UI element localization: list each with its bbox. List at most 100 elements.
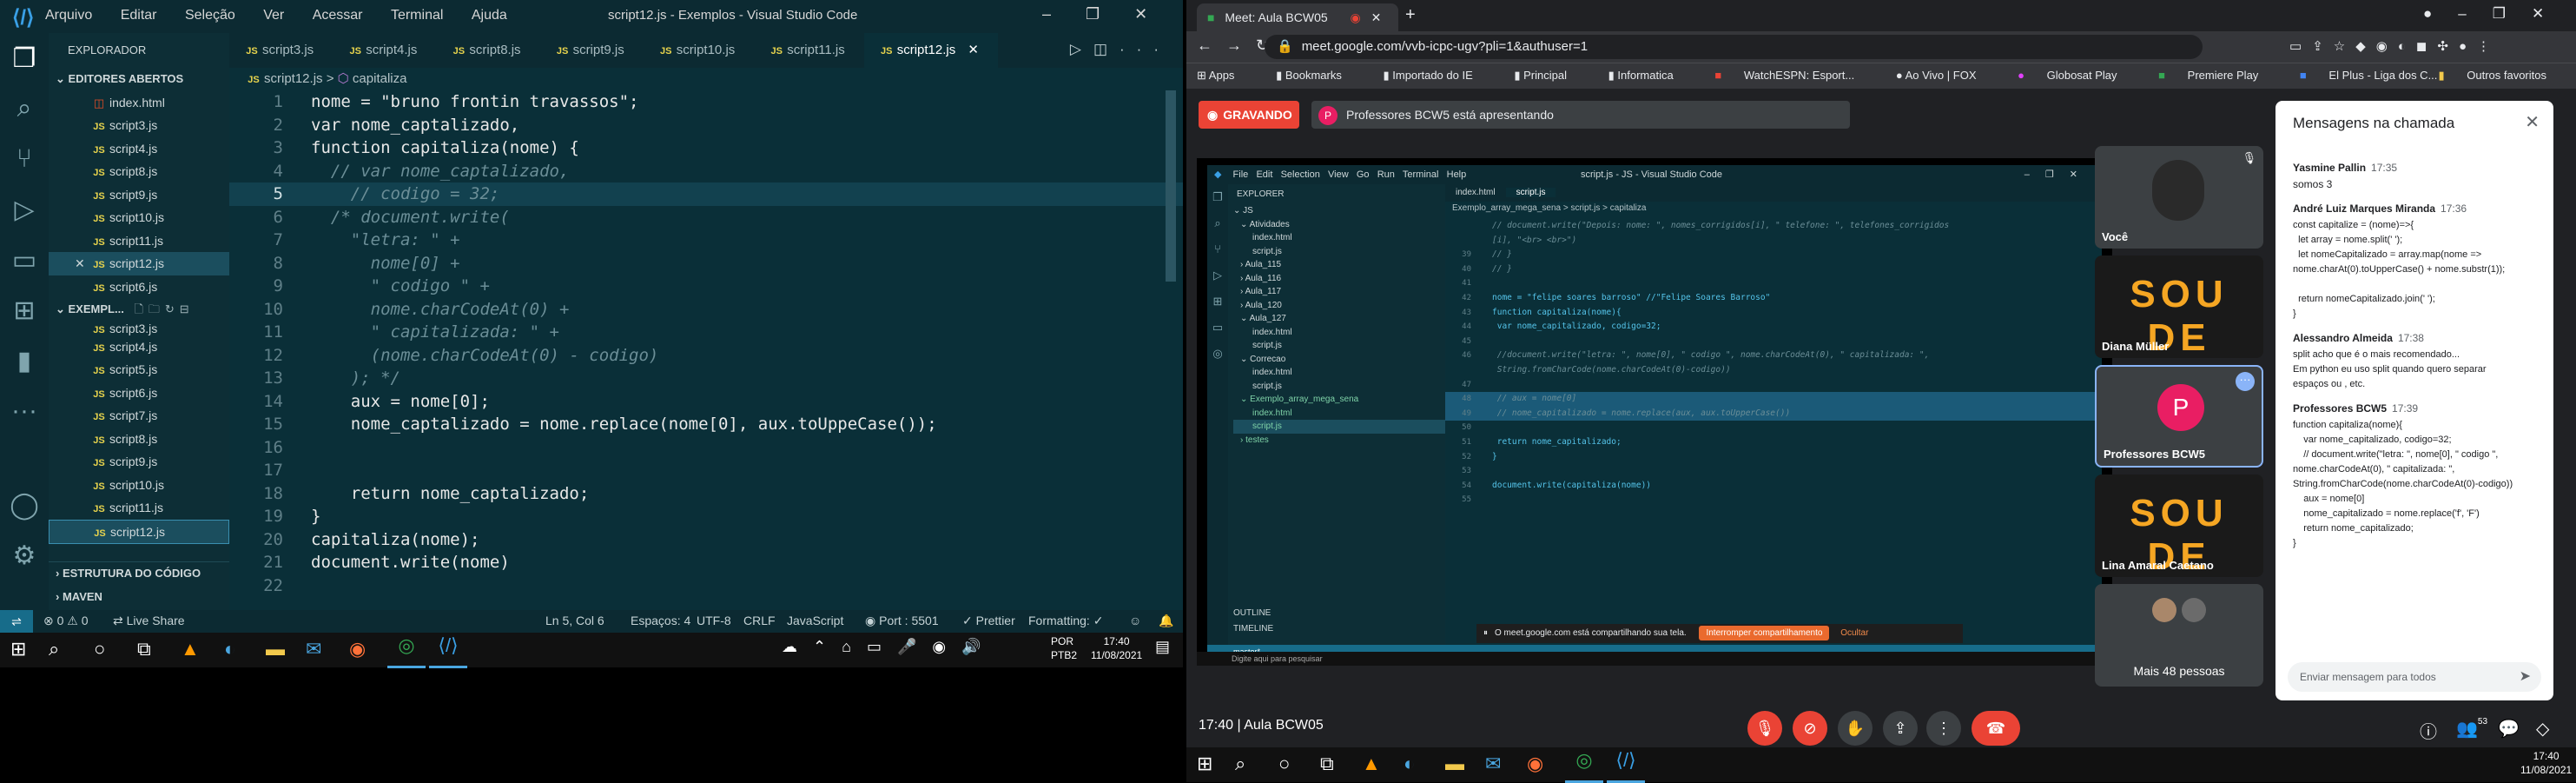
bookmark-item[interactable]: ■ El Plus - Liga dos C...: [2300, 69, 2456, 82]
bookmark-star-icon[interactable]: ☆: [2334, 39, 2355, 54]
bookmark-item[interactable]: ● Globosat Play: [2018, 69, 2136, 82]
extensions-puzzle-icon[interactable]: ✣: [2437, 39, 2459, 54]
encoding[interactable]: UTF-8: [697, 614, 731, 627]
extension-icon[interactable]: ◆: [2355, 39, 2376, 54]
forward-icon[interactable]: →: [1226, 36, 1256, 54]
present-button[interactable]: ⇪: [1883, 711, 1918, 746]
indentation[interactable]: Espaços: 4: [631, 614, 690, 627]
maximize-icon[interactable]: ❐: [2493, 5, 2532, 22]
tab-script12-active[interactable]: JS script12.js ✕: [863, 33, 998, 68]
bookmark-item[interactable]: ▮ Bookmarks: [1276, 69, 1361, 82]
task-view-icon[interactable]: ⧉: [1320, 753, 1334, 775]
camera-off-button[interactable]: ⊘: [1793, 711, 1827, 746]
vscode-taskbar-icon[interactable]: ⟨/⟩: [1607, 749, 1645, 783]
bookmark-item[interactable]: ▮ Importado do IE: [1383, 69, 1491, 82]
notifications-icon[interactable]: 🔔: [1159, 614, 1173, 628]
participant-tile[interactable]: SOU DE Diana Müller: [2095, 255, 2263, 358]
participant-tile-active[interactable]: P ··· Professores BCW5: [2095, 365, 2263, 468]
bookmark-item[interactable]: ▮ Principal: [1514, 69, 1586, 82]
open-editor-item[interactable]: JS script6.js: [49, 275, 229, 299]
extension-icon[interactable]: ◉: [2376, 39, 2398, 54]
action-center-icon[interactable]: ▤: [1155, 638, 1170, 656]
live-share-button[interactable]: ⇄ Live Share: [113, 614, 185, 628]
source-control-icon[interactable]: ⑂: [0, 134, 49, 184]
file-item[interactable]: JS script6.js: [49, 382, 229, 405]
account-icon[interactable]: ◯: [0, 480, 49, 530]
code-editor[interactable]: 1 nome = "bruno frontin travassos"; 2 var …: [229, 90, 1183, 610]
windows-start-icon[interactable]: ⊞: [1197, 753, 1212, 775]
run-icon[interactable]: ▷: [1070, 41, 1093, 57]
maven-header[interactable]: › MAVEN: [49, 586, 229, 609]
search-icon[interactable]: ⌕: [1235, 753, 1245, 775]
send-icon[interactable]: ➤: [2520, 662, 2531, 692]
tab-script11[interactable]: JS script11.js: [754, 33, 863, 68]
menu-item[interactable]: Ver: [263, 8, 284, 23]
open-editor-item[interactable]: ◫ index.html: [49, 91, 229, 115]
browser-tab-active[interactable]: ■ Meet: Aula BCW05 ◉ ✕: [1197, 3, 1398, 31]
task-view-icon[interactable]: ⧉: [137, 638, 151, 660]
vlc-icon[interactable]: ▲: [181, 638, 200, 660]
chat-button[interactable]: 💬: [2498, 718, 2520, 740]
file-item[interactable]: JS script4.js: [49, 335, 229, 359]
more-options-icon[interactable]: ···: [2236, 372, 2255, 391]
menu-item[interactable]: Editar: [121, 8, 157, 23]
leave-call-button[interactable]: ☎: [1972, 711, 2020, 746]
menu-item[interactable]: Arquivo: [45, 8, 92, 23]
file-explorer-icon[interactable]: ▬: [266, 638, 285, 660]
remote-explorer-icon[interactable]: ▭: [0, 235, 49, 285]
file-item[interactable]: JS script3.js: [49, 322, 229, 335]
file-item[interactable]: JS script10.js: [49, 474, 229, 497]
keyboard-layout[interactable]: POR PTB2: [1051, 634, 1077, 662]
mail-icon[interactable]: ✉: [1485, 753, 1501, 775]
close-icon[interactable]: ✕: [2532, 5, 2570, 22]
settings-gear-icon[interactable]: ⚙: [0, 530, 49, 581]
menu-item[interactable]: Seleção: [185, 8, 235, 23]
tab-script10[interactable]: JS script10.js: [644, 33, 755, 68]
file-item[interactable]: JS script9.js: [49, 450, 229, 474]
chrome-menu-icon[interactable]: ⋮: [2477, 39, 2500, 54]
open-editor-item[interactable]: JS script8.js: [49, 160, 229, 183]
close-chat-icon[interactable]: ✕: [2525, 111, 2540, 133]
system-tray-icons[interactable]: ☁⌃⌂▭🎤◉🔊: [782, 638, 997, 656]
search-icon[interactable]: ⌕: [49, 638, 59, 660]
firefox-icon[interactable]: ◉: [349, 638, 366, 660]
participant-tile[interactable]: 🎙 Você: [2095, 146, 2263, 249]
extension-icon[interactable]: ◼: [2416, 39, 2437, 54]
split-editor-icon[interactable]: ◫: [1093, 41, 1120, 57]
clock[interactable]: 17:40 11/08/2021: [2520, 749, 2572, 777]
file-item[interactable]: JS script5.js: [49, 358, 229, 382]
back-icon[interactable]: ←: [1197, 36, 1226, 54]
share-icon[interactable]: ⇪: [2312, 39, 2334, 54]
more-options-button[interactable]: ⋮: [1926, 711, 1961, 746]
edge-icon[interactable]: ◐: [1404, 753, 1415, 775]
folder-header[interactable]: ⌄ EXEMPL... 🗋🗀↻⊟: [49, 298, 229, 322]
vlc-icon[interactable]: ▲: [1362, 753, 1381, 775]
other-bookmarks[interactable]: ▮ Outros favoritos: [2438, 69, 2566, 83]
profile-dot-icon[interactable]: ●: [2423, 5, 2458, 22]
bookmark-item[interactable]: ● Ao Vivo | FOX: [1896, 69, 1996, 82]
edge-icon[interactable]: ◐: [224, 638, 235, 660]
windows-start-icon[interactable]: ⊞: [10, 638, 26, 660]
file-item[interactable]: JS script11.js: [49, 496, 229, 520]
file-explorer-icon[interactable]: ▬: [1445, 753, 1464, 775]
bookmark-item[interactable]: ▮ Informatica: [1608, 69, 1693, 82]
open-editor-item[interactable]: JS script11.js: [49, 229, 229, 253]
outline-header[interactable]: › ESTRUTURA DO CÓDIGO: [49, 561, 229, 586]
breadcrumb-file[interactable]: script12.js: [264, 71, 323, 86]
file-item[interactable]: JS script7.js: [49, 404, 229, 428]
new-tab-button[interactable]: +: [1405, 5, 1416, 25]
search-icon[interactable]: ⌕: [0, 83, 49, 134]
menu-item[interactable]: Ajuda: [472, 8, 507, 23]
live-server-port[interactable]: ◉ Port : 5501: [865, 614, 939, 628]
bookmark-item[interactable]: ■ Premiere Play: [2158, 69, 2277, 82]
tab-script9[interactable]: JS script9.js: [540, 33, 644, 68]
more-actions-icon[interactable]: ···: [1120, 41, 1171, 57]
vscode-taskbar-icon[interactable]: ⟨/⟩: [429, 634, 467, 668]
chat-input[interactable]: Enviar mensagem para todos ➤: [2288, 662, 2541, 692]
open-editor-item[interactable]: JS script9.js: [49, 183, 229, 207]
line-ending[interactable]: CRLF: [743, 614, 776, 627]
firefox-icon[interactable]: ◉: [1527, 753, 1543, 775]
more-participants-tile[interactable]: Mais 48 pessoas: [2095, 584, 2263, 687]
minimize-icon[interactable]: –: [1042, 5, 1086, 23]
tab-script8[interactable]: JS script8.js: [436, 33, 539, 68]
